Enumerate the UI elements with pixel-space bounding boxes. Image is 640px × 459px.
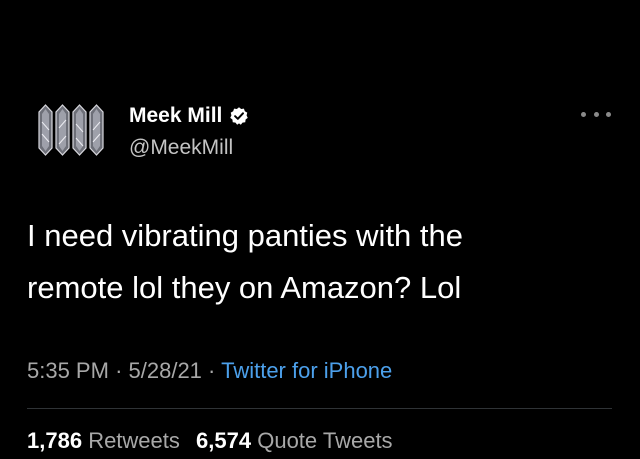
tweet-text: I need vibrating panties with the remote… bbox=[27, 210, 617, 314]
avatar[interactable] bbox=[38, 102, 104, 158]
avatar-gem-3 bbox=[72, 104, 87, 156]
quote-tweets-label: Quote Tweets bbox=[257, 428, 393, 453]
retweets-stat[interactable]: 1,786 Retweets bbox=[27, 428, 180, 453]
avatar-gem-4 bbox=[89, 104, 104, 156]
author-handle[interactable]: @MeekMill bbox=[129, 136, 233, 160]
retweets-label: Retweets bbox=[88, 428, 180, 453]
more-dot bbox=[581, 111, 586, 117]
tweet-source-link[interactable]: Twitter for iPhone bbox=[221, 358, 392, 383]
author-name-row[interactable]: Meek Mill bbox=[129, 104, 249, 128]
more-dot bbox=[593, 111, 599, 117]
more-options-icon[interactable] bbox=[581, 106, 611, 122]
tweet-text-line-2: remote lol they on Amazon? Lol bbox=[27, 270, 462, 305]
quote-tweets-count: 6,574 bbox=[196, 428, 252, 453]
tweet-date[interactable]: 5/28/21 bbox=[129, 358, 202, 383]
avatar-gem-1 bbox=[38, 104, 53, 156]
author-display-name[interactable]: Meek Mill bbox=[129, 104, 222, 128]
avatar-gem-2 bbox=[55, 104, 70, 156]
tweet-text-line-1: I need vibrating panties with the bbox=[27, 218, 463, 253]
meta-separator: · bbox=[115, 358, 123, 383]
meta-separator: · bbox=[208, 358, 216, 383]
tweet-meta: 5:35 PM · 5/28/21 · Twitter for iPhone bbox=[27, 356, 392, 386]
verified-badge-icon bbox=[230, 107, 249, 125]
tweet-card: Meek Mill @MeekMill I need vibrating pan… bbox=[0, 0, 640, 459]
tweet-time[interactable]: 5:35 PM bbox=[27, 358, 109, 383]
quote-tweets-stat[interactable]: 6,574 Quote Tweets bbox=[196, 428, 393, 453]
divider bbox=[27, 408, 612, 409]
tweet-stats: 1,786 Retweets 6,574 Quote Tweets bbox=[27, 426, 393, 456]
more-dot bbox=[606, 111, 611, 117]
retweets-count: 1,786 bbox=[27, 428, 83, 453]
